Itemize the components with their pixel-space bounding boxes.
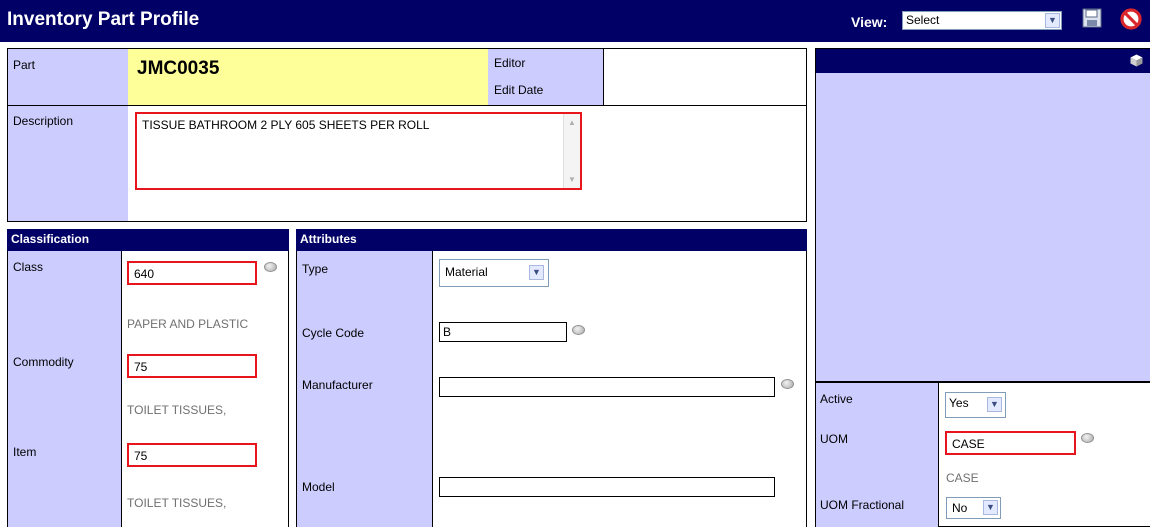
cube-icon[interactable] xyxy=(1130,54,1143,70)
part-label: Part xyxy=(13,58,36,72)
class-description: PAPER AND PLASTIC xyxy=(127,317,249,331)
classification-column-divider xyxy=(121,251,122,527)
type-select[interactable]: Material ▼ xyxy=(439,259,549,287)
side-panel-body xyxy=(816,73,1150,381)
attributes-column-divider xyxy=(432,251,433,527)
active-label: Active xyxy=(820,392,853,406)
description-label: Description xyxy=(13,114,74,128)
view-label: View: xyxy=(851,14,888,30)
edit-date-label: Edit Date xyxy=(494,83,544,97)
item-description: TOILET TISSUES, xyxy=(127,496,227,510)
commodity-input[interactable]: 75 xyxy=(127,354,257,378)
cancel-icon[interactable] xyxy=(1120,8,1142,33)
uom-fractional-select[interactable]: No ▼ xyxy=(946,497,1001,519)
item-input[interactable]: 75 xyxy=(127,443,257,467)
part-number: JMC0035 xyxy=(137,58,220,79)
uom-label: UOM xyxy=(820,432,848,446)
status-column-divider xyxy=(938,383,939,527)
description-textarea[interactable]: TISSUE BATHROOM 2 PLY 605 SHEETS PER ROL… xyxy=(135,112,582,190)
commodity-label: Commodity xyxy=(13,355,74,369)
editor-value-cell xyxy=(603,49,806,105)
textarea-scrollbar[interactable]: ▲ ▼ xyxy=(563,114,580,188)
side-panel-header xyxy=(816,49,1150,73)
classification-label-column xyxy=(8,251,121,527)
classification-header: Classification xyxy=(7,229,289,251)
uom-input[interactable]: CASE xyxy=(945,431,1076,455)
type-label: Type xyxy=(302,262,329,276)
page-title: Inventory Part Profile xyxy=(7,9,200,30)
type-select-value: Material xyxy=(445,265,488,279)
class-input[interactable]: 640 xyxy=(127,261,257,285)
view-select-value: Select xyxy=(906,13,940,27)
view-select[interactable]: Select ▼ xyxy=(902,11,1062,30)
cycle-code-input[interactable]: B xyxy=(439,322,567,342)
uom-fractional-value: No xyxy=(952,501,968,515)
attributes-header: Attributes xyxy=(296,229,807,251)
cycle-code-label: Cycle Code xyxy=(302,326,365,340)
active-select-value: Yes xyxy=(949,396,969,410)
item-label: Item xyxy=(13,445,37,459)
manufacturer-input[interactable] xyxy=(439,377,775,397)
chevron-down-icon[interactable]: ▼ xyxy=(529,265,544,280)
uom-fractional-label: UOM Fractional xyxy=(820,498,905,512)
class-label: Class xyxy=(13,260,44,274)
class-lookup-icon[interactable] xyxy=(264,262,277,272)
uom-description: CASE xyxy=(946,471,979,485)
chevron-down-icon[interactable]: ▼ xyxy=(1045,13,1060,28)
manufacturer-label: Manufacturer xyxy=(302,378,373,392)
cycle-code-lookup-icon[interactable] xyxy=(572,325,585,335)
description-text: TISSUE BATHROOM 2 PLY 605 SHEETS PER ROL… xyxy=(142,118,430,132)
active-select[interactable]: Yes ▼ xyxy=(945,392,1006,418)
scroll-up-icon[interactable]: ▲ xyxy=(568,118,576,127)
scroll-down-icon[interactable]: ▼ xyxy=(568,175,576,184)
save-icon[interactable] xyxy=(1082,8,1102,31)
model-label: Model xyxy=(302,480,335,494)
commodity-description: TOILET TISSUES, xyxy=(127,403,227,417)
editor-label: Editor xyxy=(494,56,526,70)
uom-lookup-icon[interactable] xyxy=(1081,433,1094,443)
chevron-down-icon[interactable]: ▼ xyxy=(987,397,1002,412)
model-input[interactable] xyxy=(439,477,775,497)
chevron-down-icon[interactable]: ▼ xyxy=(983,500,998,515)
manufacturer-lookup-icon[interactable] xyxy=(781,379,794,389)
